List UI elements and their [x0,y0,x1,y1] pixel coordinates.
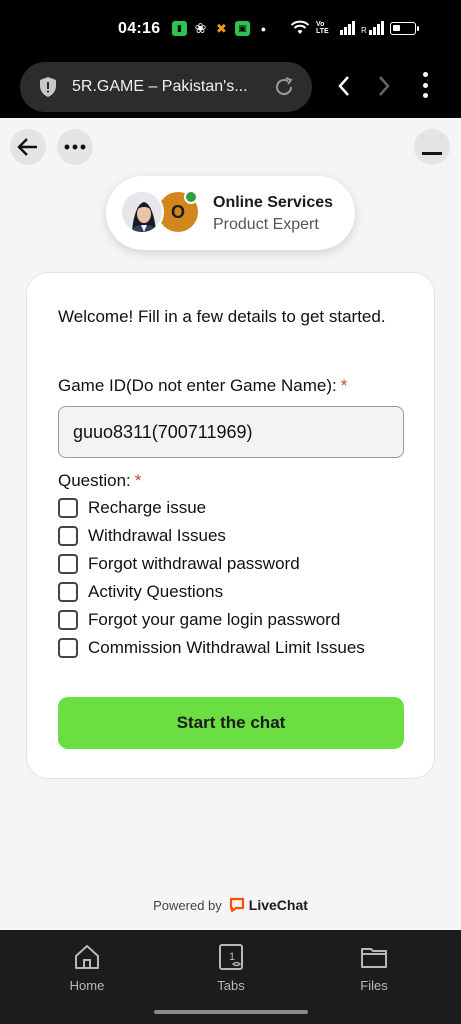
option-withdrawal-issues[interactable]: Withdrawal Issues [58,526,226,546]
volte-label: Vo LTE [316,21,329,35]
browser-toolbar: 5R.GAME – Pakistan's... [0,60,461,118]
more-menu-icon[interactable] [414,70,436,100]
shield-icon[interactable] [38,76,58,98]
game-id-input[interactable] [58,406,404,458]
forward-icon[interactable] [370,72,398,100]
minimize-icon [422,152,442,155]
nav-tabs-label: Tabs [217,978,245,993]
option-label: Activity Questions [88,582,224,601]
battery-icon [389,21,419,35]
checkbox[interactable] [58,582,78,602]
required-mark: * [340,376,348,395]
checkbox[interactable] [58,638,78,658]
option-forgot-withdrawal-password[interactable]: Forgot withdrawal password [58,554,300,574]
reload-icon[interactable] [272,75,296,99]
powered-by-text: Powered by [153,897,222,913]
tab-count: 1 [229,951,235,963]
status-bar: 04:16 ▮ ❀ ✖ ▣ ● Vo LTE R [0,0,461,60]
checkbox[interactable] [58,526,78,546]
nav-files[interactable]: Files [334,942,414,993]
game-id-label-text: Game ID(Do not enter Game Name): [58,376,337,395]
ellipsis-icon [64,144,86,150]
welcome-message: Welcome! Fill in a few details to get st… [58,307,386,326]
checkbox[interactable] [58,610,78,630]
powered-by[interactable]: Powered by LiveChat [0,897,461,913]
start-chat-button[interactable]: Start the chat [58,697,404,749]
notification-icons: ▮ ❀ ✖ ▣ ● [172,20,271,36]
system-icons: Vo LTE R [290,20,419,36]
nav-tabs[interactable]: 1 Tabs [191,942,271,993]
back-icon[interactable] [330,72,358,100]
tabs-icon: 1 [219,944,243,970]
livechat-logo-icon [229,897,244,913]
question-label-text: Question: [58,471,131,490]
x-app-icon: ✖ [216,20,227,36]
agent-card: O Online Services Product Expert [106,176,355,250]
livechat-brand: LiveChat [248,897,308,913]
option-commission-withdrawal-limit[interactable]: Commission Withdrawal Limit Issues [58,638,365,658]
page-title: 5R.GAME – Pakistan's... [72,78,248,95]
signal-roaming-icon: R [361,21,384,35]
option-label: Withdrawal Issues [88,526,226,545]
signal-icon [340,21,355,35]
option-label: Forgot withdrawal password [88,554,300,573]
prechat-form: Welcome! Fill in a few details to get st… [26,272,435,779]
game-id-label: Game ID(Do not enter Game Name): * [58,376,347,396]
question-label: Question: * [58,471,141,491]
option-label: Recharge issue [88,498,207,517]
back-arrow-button[interactable] [10,129,46,165]
option-forgot-login-password[interactable]: Forgot your game login password [58,610,340,630]
status-time: 04:16 [118,20,161,37]
home-icon [75,945,99,969]
nav-files-label: Files [360,978,388,993]
nav-home-label: Home [69,978,105,993]
minimize-button[interactable] [414,129,450,165]
wallet-app-icon: ▣ [235,21,250,36]
checkbox[interactable] [58,498,78,518]
nav-home[interactable]: Home [47,942,127,993]
more-options-button[interactable] [57,129,93,165]
option-activity-questions[interactable]: Activity Questions [58,582,223,602]
option-label: Forgot your game login password [88,610,341,629]
pinwheel-icon: ❀ [194,20,207,36]
checkbox[interactable] [58,554,78,574]
gesture-home-bar[interactable] [154,1010,308,1014]
agent-role: Product Expert [213,216,319,233]
option-recharge-issue[interactable]: Recharge issue [58,498,206,518]
address-bar[interactable]: 5R.GAME – Pakistan's... [20,62,312,112]
option-label: Commission Withdrawal Limit Issues [88,638,365,657]
agent-name: Online Services [213,194,334,211]
folder-icon [361,948,387,968]
wifi-icon [290,20,310,34]
dot-icon: ● [260,23,267,34]
arrow-left-icon [17,138,37,156]
required-mark: * [134,471,142,490]
agent-avatar-photo [120,190,164,234]
app-notification-icon: ▮ [172,21,187,36]
online-status-dot [184,190,198,204]
